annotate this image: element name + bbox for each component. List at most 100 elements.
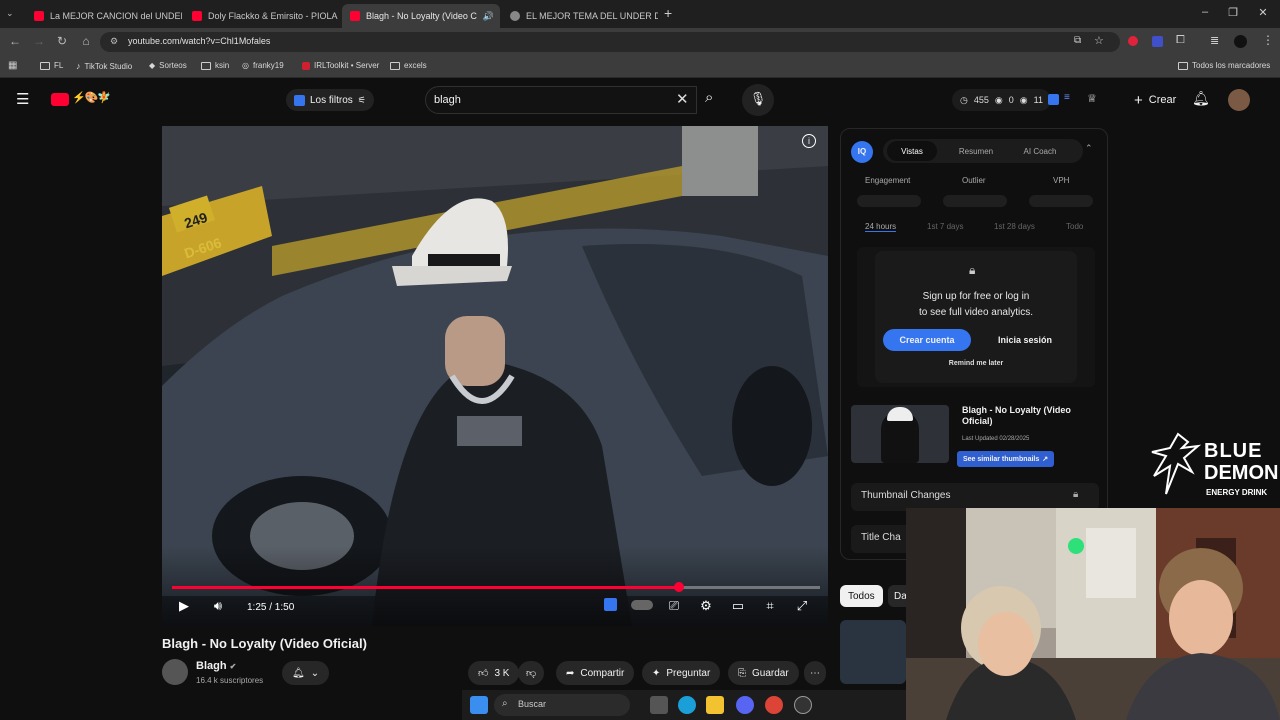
reading-list-icon[interactable]: ≣ [1210, 34, 1219, 47]
clock-icon: ◷ [960, 94, 968, 105]
notifications-bell-icon[interactable]: 🔔︎ [1192, 90, 1210, 107]
settings-gear-icon[interactable]: ⚙ [696, 598, 716, 614]
extension-red-icon[interactable] [1128, 36, 1138, 46]
range-28d[interactable]: 1st 28 days [994, 222, 1035, 231]
all-bookmarks[interactable]: Todos los marcadores [1178, 61, 1270, 70]
tab-resumen[interactable]: Resumen [951, 141, 1001, 161]
channel-avatar[interactable] [162, 659, 188, 685]
browser-tab-2[interactable]: Doly Flackko & Emirsito - PIOLA × [184, 4, 340, 28]
close-window-icon[interactable]: ✕ [1248, 6, 1278, 19]
task-view-icon[interactable] [650, 696, 668, 714]
menu-hamburger-icon[interactable]: ☰ [16, 90, 29, 108]
profile-avatar-icon[interactable] [1234, 35, 1247, 48]
video-player[interactable]: 249 D-606 i ▶ 🔊︎ 1:25 / 1:50 ⎚ ⚙ ▭ ⌗ ⤢ [162, 126, 828, 626]
progress-bar[interactable] [172, 582, 820, 592]
channel-stats-badge[interactable]: ◷ 455 ◉ 0 ◉ 11 [952, 89, 1051, 111]
analytics-icon[interactable]: ≡ [1064, 92, 1070, 103]
bookmark-ksin[interactable]: ksin [201, 61, 229, 70]
bookmark-star-icon[interactable]: ☆ [1094, 34, 1104, 47]
browser-tab-1[interactable]: La MEJOR CANCION del UNDER × [26, 4, 182, 28]
chip-todos[interactable]: Todos [840, 585, 883, 607]
create-account-button[interactable]: Crear cuenta [883, 329, 971, 351]
bookmark-excels[interactable]: excels [390, 61, 427, 70]
trophy-icon[interactable]: ♕ [1087, 92, 1097, 105]
bookmark-fl[interactable]: FL [40, 61, 63, 70]
site-info-icon[interactable]: ⚙ [110, 36, 118, 47]
browser-tab-4[interactable]: EL MEJOR TEMA DEL UNDER D × [502, 4, 658, 28]
minimize-icon[interactable]: – [1190, 6, 1220, 18]
play-icon[interactable]: ▶ [174, 598, 194, 614]
discord-icon[interactable] [736, 696, 754, 714]
windows-start-icon[interactable] [470, 696, 488, 714]
restore-icon[interactable]: ❐ [1218, 6, 1248, 19]
extensions-puzzle-icon[interactable]: ⧠ [1176, 34, 1185, 47]
more-icon: ⋯ [810, 667, 820, 679]
address-bar[interactable]: ⚙ youtube.com/watch?v=Chl1Mofales ⧉ ☆ [100, 32, 1120, 52]
apps-grid-icon[interactable]: ▦ [8, 60, 17, 71]
edge-icon[interactable] [678, 696, 696, 714]
iq-player-icon[interactable] [600, 598, 620, 614]
bookmark-irltoolkit[interactable]: IRLToolkit • Server [302, 61, 379, 70]
vidiq-panel: IQ Vistas Resumen AI Coach ⌃ Engagement … [840, 128, 1108, 560]
browser-menu-icon[interactable]: ⋮ [1262, 33, 1274, 47]
ask-button[interactable]: ✦ Preguntar [642, 661, 721, 685]
range-24h[interactable]: 24 hours [865, 222, 897, 232]
recommended-thumbnail[interactable] [840, 620, 906, 684]
chrome-icon[interactable] [765, 696, 783, 714]
volume-icon[interactable]: 🔊︎ [208, 598, 228, 614]
collapse-icon[interactable]: ⌃ [1085, 143, 1093, 154]
search-icon[interactable]: ⌕ [705, 89, 713, 106]
video-info-icon[interactable]: i [802, 134, 816, 148]
tab-search-icon[interactable]: ⌄ [6, 8, 14, 19]
remind-later-link[interactable]: Remind me later [875, 360, 1077, 367]
login-button[interactable]: Inicia sesión [985, 329, 1065, 351]
account-avatar[interactable] [1228, 89, 1250, 111]
clear-search-icon[interactable]: ✕ [676, 90, 689, 108]
bookmark-franky[interactable]: ◎ franky19 [242, 61, 284, 70]
channel-name[interactable]: Blagh ✔ [196, 660, 236, 672]
save-button[interactable]: ⎘ Guardar [728, 661, 799, 685]
dislike-button[interactable]: 👎︎ [518, 661, 545, 685]
verified-icon: ✔ [229, 662, 237, 671]
youtube-logo-icon[interactable] [51, 93, 69, 106]
see-similar-thumbnails-button[interactable]: See similar thumbnails ↗ [957, 451, 1055, 467]
tab-ai-coach[interactable]: AI Coach [1015, 141, 1065, 161]
create-button[interactable]: + Crear [1124, 88, 1186, 112]
autoplay-toggle[interactable] [628, 598, 656, 613]
filters-button[interactable]: Los filtros ⚟ [286, 89, 374, 111]
reload-icon[interactable]: ↻ [53, 34, 71, 48]
theater-mode-icon[interactable]: ▭ [728, 598, 748, 614]
last-updated: Last Updated 02/28/2025 [962, 436, 1030, 442]
home-icon[interactable]: ⌂ [77, 34, 95, 48]
blurred-value [943, 195, 1007, 207]
microphone-icon[interactable]: 🎙 [742, 84, 774, 116]
forward-icon[interactable]: → [30, 34, 48, 48]
taskbar-search[interactable]: ⌕ Buscar [494, 694, 630, 716]
range-all[interactable]: Todo [1066, 222, 1083, 231]
fullscreen-icon[interactable]: ⤢ [792, 598, 812, 614]
bookmark-tiktok-studio[interactable]: ♪ TikTok Studio [76, 61, 132, 71]
tab-vistas[interactable]: Vistas [887, 141, 937, 161]
thumbnail-changes-row[interactable]: Thumbnail Changes 🔒︎ [851, 483, 1099, 511]
search-input[interactable]: blagh ✕ [425, 86, 697, 114]
cast-icon[interactable]: ⌗ [760, 598, 780, 614]
back-icon[interactable]: ← [6, 34, 24, 48]
folder-icon [390, 61, 400, 70]
iq-header-icon[interactable] [1048, 94, 1059, 105]
browser-tab-3[interactable]: Blagh - No Loyalty (Video C 🔊 × [342, 4, 500, 28]
share-button[interactable]: ➦ Compartir [556, 661, 635, 685]
notifications-toggle[interactable]: 🔔︎ ⌄ [282, 661, 330, 685]
tab-title: EL MEJOR TEMA DEL UNDER D [526, 11, 658, 21]
obs-icon[interactable] [794, 696, 812, 714]
install-app-icon[interactable]: ⧉ [1074, 35, 1081, 46]
range-7d[interactable]: 1st 7 days [927, 222, 963, 231]
file-explorer-icon[interactable] [706, 696, 724, 714]
audio-playing-icon[interactable]: 🔊 [483, 11, 494, 22]
subtitles-icon[interactable]: ⎚ [664, 598, 684, 614]
extension-shield-icon[interactable] [1152, 36, 1163, 47]
bookmark-sorteos[interactable]: ◆ Sorteos [149, 61, 187, 70]
video-thumbnail[interactable] [851, 405, 949, 463]
new-tab-icon[interactable]: + [664, 5, 672, 21]
like-button[interactable]: 👍︎ 3 K [468, 661, 520, 685]
more-actions-button[interactable]: ⋯ [804, 661, 826, 685]
